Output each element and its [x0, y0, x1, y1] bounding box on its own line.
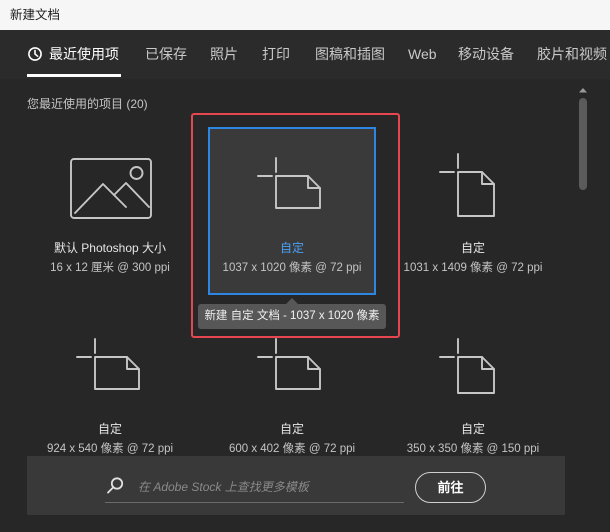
- window-title: 新建文档: [10, 8, 61, 22]
- tab-saved[interactable]: 已保存: [145, 30, 187, 78]
- recent-preset-custom-924x540[interactable]: 自定 924 x 540 像素 @ 72 ppi: [26, 308, 194, 476]
- clock-icon: [28, 47, 42, 61]
- scroll-up-arrow-icon[interactable]: [579, 87, 587, 93]
- search-input-underline: [105, 502, 404, 503]
- stock-search-input[interactable]: [134, 476, 402, 498]
- recent-preset-default-photoshop-size[interactable]: 默认 Photoshop 大小 16 x 12 厘米 @ 300 ppi: [26, 127, 194, 295]
- preset-size: 924 x 540 像素 @ 72 ppi: [46, 443, 174, 455]
- tab-art-illustration[interactable]: 图稿和插图: [315, 30, 385, 78]
- tab-label: 胶片和视频: [537, 46, 607, 62]
- preset-name: 自定: [97, 422, 122, 436]
- preset-name: 自定: [279, 422, 304, 436]
- recent-preset-custom-1037x1020[interactable]: 自定 1037 x 1020 像素 @ 72 ppi: [208, 127, 376, 295]
- blank-document-icon: [257, 157, 321, 209]
- preset-size: 1031 x 1409 像素 @ 72 ppi: [403, 262, 543, 274]
- preset-size: 600 x 402 像素 @ 72 ppi: [228, 443, 356, 455]
- tab-label: Web: [408, 46, 437, 62]
- tab-label: 打印: [262, 46, 290, 62]
- image-placeholder-icon: [70, 158, 152, 219]
- go-button[interactable]: 前往: [415, 472, 486, 503]
- preset-size: 16 x 12 厘米 @ 300 ppi: [50, 262, 170, 274]
- tab-film-video[interactable]: 胶片和视频: [537, 30, 607, 78]
- blank-document-icon: [439, 338, 495, 394]
- tab-print[interactable]: 打印: [262, 30, 290, 78]
- recent-preset-custom-600x402[interactable]: 自定 600 x 402 像素 @ 72 ppi: [208, 308, 376, 476]
- preset-size: 350 x 350 像素 @ 150 ppi: [406, 443, 540, 455]
- preset-tooltip: 新建 自定 文档 - 1037 x 1020 像素: [198, 298, 386, 329]
- category-tab-bar: 最近使用项 已保存 照片 打印 图稿和插图 Web 移动设备 胶片和视频: [0, 30, 610, 79]
- recent-preset-custom-1031x1409[interactable]: 自定 1031 x 1409 像素 @ 72 ppi: [389, 127, 557, 295]
- preset-name: 自定: [279, 241, 304, 255]
- tab-label: 移动设备: [458, 46, 514, 62]
- preset-name: 默认 Photoshop 大小: [53, 241, 167, 255]
- recent-items-heading: 您最近使用的项目 (20): [27, 97, 148, 111]
- vertical-scrollbar[interactable]: [576, 80, 590, 532]
- tab-web[interactable]: Web: [408, 30, 437, 78]
- tab-recent[interactable]: 最近使用项: [27, 30, 121, 78]
- stock-search-panel: 前往: [27, 456, 565, 515]
- preset-name: 自定: [460, 422, 485, 436]
- preset-size: 1037 x 1020 像素 @ 72 ppi: [222, 262, 362, 274]
- tab-label: 图稿和插图: [315, 46, 385, 62]
- tab-label: 已保存: [145, 46, 187, 62]
- tab-mobile[interactable]: 移动设备: [458, 30, 514, 78]
- recent-preset-custom-350x350[interactable]: 自定 350 x 350 像素 @ 150 ppi: [389, 308, 557, 476]
- tab-photo[interactable]: 照片: [210, 30, 238, 78]
- title-bar: 新建文档: [0, 0, 610, 30]
- blank-document-icon: [439, 153, 495, 217]
- search-icon: [107, 477, 124, 494]
- blank-document-icon: [76, 338, 140, 390]
- tooltip-text: 新建 自定 文档 - 1037 x 1020 像素: [204, 310, 380, 322]
- scroll-thumb[interactable]: [579, 98, 587, 190]
- tab-label: 最近使用项: [49, 46, 119, 62]
- preset-name: 自定: [460, 241, 485, 255]
- tab-label: 照片: [210, 46, 238, 62]
- active-tab-indicator: [27, 74, 121, 77]
